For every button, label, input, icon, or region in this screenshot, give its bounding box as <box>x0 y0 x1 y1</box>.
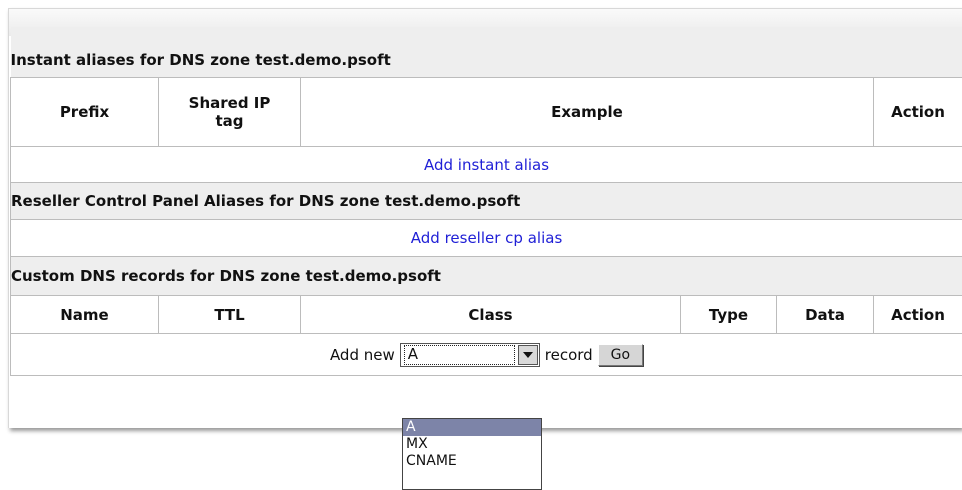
col-example: Example <box>301 78 874 147</box>
col-ttl: TTL <box>159 296 301 334</box>
chevron-down-icon[interactable] <box>518 345 538 365</box>
instant-aliases-header: Instant aliases for DNS zone test.demo.p… <box>11 27 962 78</box>
instant-aliases-column-headers: Prefix Shared IP tag Example Action <box>11 78 962 147</box>
add-new-label: Add new <box>330 346 395 364</box>
col-name: Name <box>11 296 159 334</box>
col-data: Data <box>777 296 874 334</box>
add-instant-alias-link[interactable]: Add instant alias <box>424 156 549 174</box>
option-a[interactable]: A <box>403 419 541 436</box>
record-type-selected-value: A <box>404 345 515 365</box>
col-class: Class <box>301 296 681 334</box>
col-action-dns: Action <box>874 296 962 334</box>
reseller-alias-add-row: Add reseller cp alias <box>11 220 962 257</box>
option-cname[interactable]: CNAME <box>403 453 541 470</box>
col-prefix: Prefix <box>11 78 159 147</box>
reseller-aliases-header: Reseller Control Panel Aliases for DNS z… <box>11 183 962 220</box>
option-mx[interactable]: MX <box>403 436 541 453</box>
instant-alias-add-row: Add instant alias <box>11 147 962 183</box>
add-record-controls: Add new A record Go <box>330 343 643 367</box>
instant-aliases-section: Instant aliases for DNS zone test.demo.p… <box>11 27 962 78</box>
custom-dns-header: Custom DNS records for DNS zone test.dem… <box>11 257 962 296</box>
col-action: Action <box>874 78 962 147</box>
record-type-select[interactable]: A <box>400 343 540 367</box>
dns-zone-table: Instant aliases for DNS zone test.demo.p… <box>10 27 962 376</box>
go-button[interactable]: Go <box>598 344 643 366</box>
record-type-dropdown-list[interactable]: A MX CNAME <box>402 418 542 490</box>
reseller-aliases-section: Reseller Control Panel Aliases for DNS z… <box>11 183 962 220</box>
custom-dns-section: Custom DNS records for DNS zone test.dem… <box>11 257 962 296</box>
record-label: record <box>545 346 593 364</box>
col-type: Type <box>681 296 777 334</box>
add-record-row: Add new A record Go <box>11 334 962 376</box>
add-reseller-cp-alias-link[interactable]: Add reseller cp alias <box>411 229 563 247</box>
col-shared-ip-tag: Shared IP tag <box>159 78 301 147</box>
custom-dns-column-headers: Name TTL Class Type Data Action <box>11 296 962 334</box>
